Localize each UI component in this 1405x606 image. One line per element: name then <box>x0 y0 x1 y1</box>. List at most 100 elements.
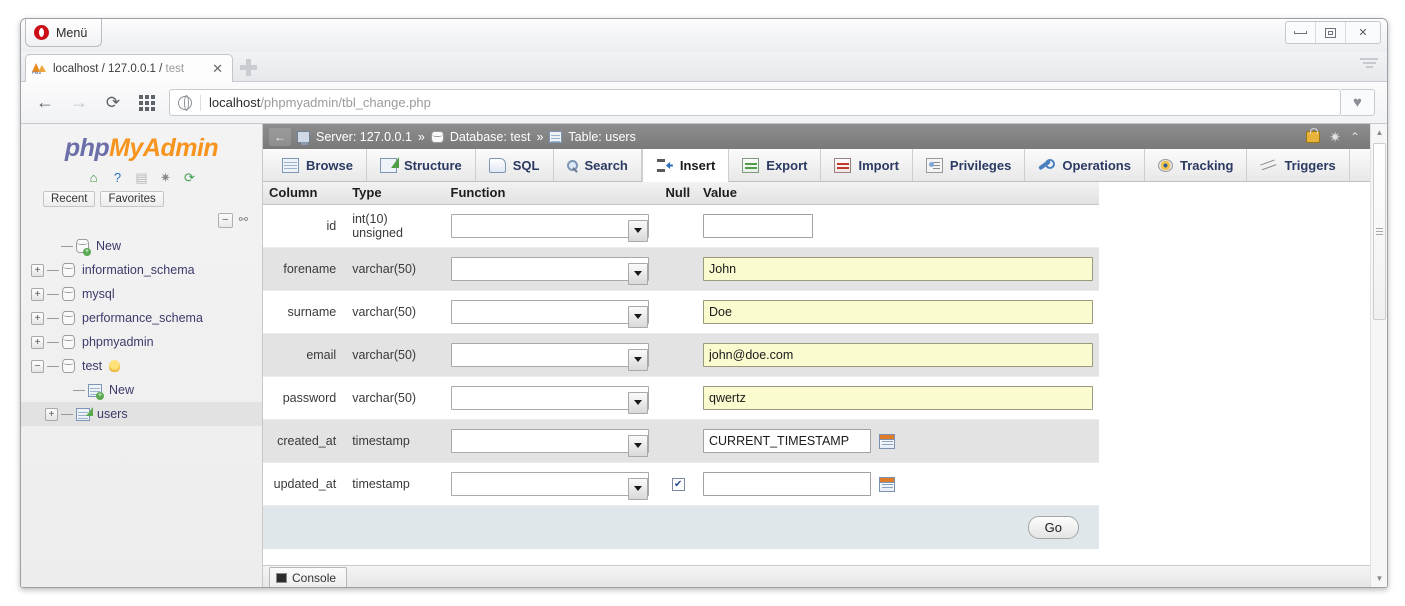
page-scrollbar[interactable]: ▲ ▼ <box>1370 124 1387 587</box>
tree-item-test[interactable]: − test <box>21 354 262 378</box>
function-select-wrapper <box>451 348 649 362</box>
tab-import[interactable]: Import <box>821 149 912 181</box>
phpmyadmin-logo[interactable]: phpMyAdmin <box>21 124 262 165</box>
back-arrow-icon[interactable]: ← <box>269 128 291 146</box>
favorites-button[interactable]: Favorites <box>100 191 163 207</box>
export-icon <box>742 158 759 173</box>
function-select[interactable] <box>451 300 649 324</box>
back-icon[interactable]: ← <box>33 91 57 115</box>
documentation-icon[interactable]: ▤ <box>133 169 150 186</box>
function-select[interactable] <box>451 472 649 496</box>
scroll-down-arrow-icon[interactable]: ▼ <box>1371 570 1387 587</box>
new-tab-button[interactable] <box>239 58 258 77</box>
tab-privileges[interactable]: Privileges <box>913 149 1025 181</box>
breadcrumb-server[interactable]: Server: 127.0.0.1 <box>316 130 412 144</box>
database-icon <box>62 335 75 349</box>
value-input-updated_at[interactable] <box>703 472 871 496</box>
tab-label: Insert <box>680 158 715 173</box>
function-select[interactable] <box>451 429 649 453</box>
tree-item-performance-schema[interactable]: + performance_schema <box>21 306 262 330</box>
close-button[interactable]: ✕ <box>1346 22 1380 43</box>
tab-triggers[interactable]: Triggers <box>1247 149 1349 181</box>
calendar-icon[interactable] <box>879 434 895 449</box>
link-with-main-panel-icon[interactable]: ⚯ <box>239 213 248 228</box>
value-input-created_at[interactable] <box>703 429 871 453</box>
tab-export[interactable]: Export <box>729 149 821 181</box>
function-select[interactable] <box>451 343 649 367</box>
tab-insert[interactable]: Insert <box>642 149 729 182</box>
go-button[interactable]: Go <box>1028 516 1079 539</box>
tab-strip-menu-icon[interactable] <box>1359 58 1379 76</box>
tree-item-label: performance_schema <box>82 311 203 325</box>
expand-icon[interactable]: + <box>45 408 58 421</box>
home-icon[interactable]: ⌂ <box>85 169 102 186</box>
value-input-id[interactable] <box>703 214 813 238</box>
expand-icon[interactable]: + <box>31 288 44 301</box>
value-input-email[interactable] <box>703 343 1093 367</box>
tree-connector <box>47 342 59 343</box>
value-input-password[interactable] <box>703 386 1093 410</box>
forward-icon[interactable]: → <box>67 91 91 115</box>
collapse-chevron-icon[interactable]: ⌃ <box>1350 130 1360 144</box>
null-cell <box>660 376 697 419</box>
tab-label: Import <box>858 158 898 173</box>
expand-icon[interactable]: + <box>31 336 44 349</box>
tab-tracking[interactable]: Tracking <box>1145 149 1247 181</box>
tab-operations[interactable]: Operations <box>1025 149 1145 181</box>
collapse-icon[interactable]: − <box>31 360 44 373</box>
settings-gear-icon[interactable]: ✷ <box>157 169 174 186</box>
tab-close-icon[interactable]: ✕ <box>209 61 226 77</box>
privileges-icon <box>926 158 943 173</box>
value-cell <box>697 419 1099 462</box>
reload-icon[interactable]: ⟳ <box>101 91 125 115</box>
null-cell: ✔ <box>660 462 697 505</box>
function-cell <box>445 376 660 419</box>
browser-tab-phpmyadmin[interactable]: PMA localhost / 127.0.0.1 / test ✕ <box>25 54 233 82</box>
function-select[interactable] <box>451 386 649 410</box>
console-toggle-button[interactable]: Console <box>269 567 347 587</box>
null-cell <box>660 204 697 247</box>
null-checkbox[interactable]: ✔ <box>672 478 685 491</box>
scrollbar-thumb[interactable] <box>1373 143 1386 320</box>
collapse-all-icon[interactable]: − <box>218 213 233 228</box>
tab-browse[interactable]: Browse <box>269 149 367 181</box>
column-type: int(10) unsigned <box>346 204 444 247</box>
refresh-icon[interactable]: ⟳ <box>181 169 198 186</box>
triggers-icon <box>1260 158 1277 173</box>
breadcrumb-database[interactable]: Database: test <box>450 130 531 144</box>
speed-dial-icon[interactable] <box>135 91 159 115</box>
tab-structure[interactable]: Structure <box>367 149 476 181</box>
insert-row-email: emailvarchar(50) <box>263 333 1099 376</box>
expand-icon[interactable]: + <box>31 264 44 277</box>
console-bar: Console <box>263 565 1370 587</box>
function-select[interactable] <box>451 257 649 281</box>
help-icon[interactable]: ? <box>109 169 126 186</box>
scroll-up-arrow-icon[interactable]: ▲ <box>1371 124 1387 141</box>
tree-item-users[interactable]: +users <box>21 402 262 426</box>
expand-icon[interactable]: + <box>31 312 44 325</box>
recent-button[interactable]: Recent <box>43 191 95 207</box>
tree-item-information-schema[interactable]: +information_schema <box>21 258 262 282</box>
calendar-icon[interactable] <box>879 477 895 492</box>
maximize-button[interactable] <box>1316 22 1346 43</box>
minimize-button[interactable] <box>1286 22 1316 43</box>
tab-sql[interactable]: SQL <box>476 149 554 181</box>
value-input-forename[interactable] <box>703 257 1093 281</box>
bookmark-heart-icon[interactable]: ♥ <box>1341 89 1375 116</box>
tree-item-label: test <box>82 359 102 373</box>
tree-item-new[interactable]: New <box>21 234 262 258</box>
value-cell <box>697 462 1099 505</box>
opera-menu-button[interactable]: Menü <box>25 19 102 47</box>
tab-label: Search <box>585 158 628 173</box>
breadcrumb-table[interactable]: Table: users <box>568 130 635 144</box>
site-info-globe-icon[interactable] <box>178 96 192 110</box>
function-select[interactable] <box>451 214 649 238</box>
tree-item-phpmyadmin[interactable]: +phpmyadmin <box>21 330 262 354</box>
tree-item-new[interactable]: New <box>21 378 262 402</box>
address-bar[interactable]: localhost/phpmyadmin/tbl_change.php <box>169 89 1341 116</box>
gear-icon[interactable]: ✷ <box>1329 130 1341 144</box>
lock-icon[interactable] <box>1306 131 1320 143</box>
tree-item-mysql[interactable]: +mysql <box>21 282 262 306</box>
tab-search[interactable]: Search <box>554 149 642 181</box>
value-input-surname[interactable] <box>703 300 1093 324</box>
